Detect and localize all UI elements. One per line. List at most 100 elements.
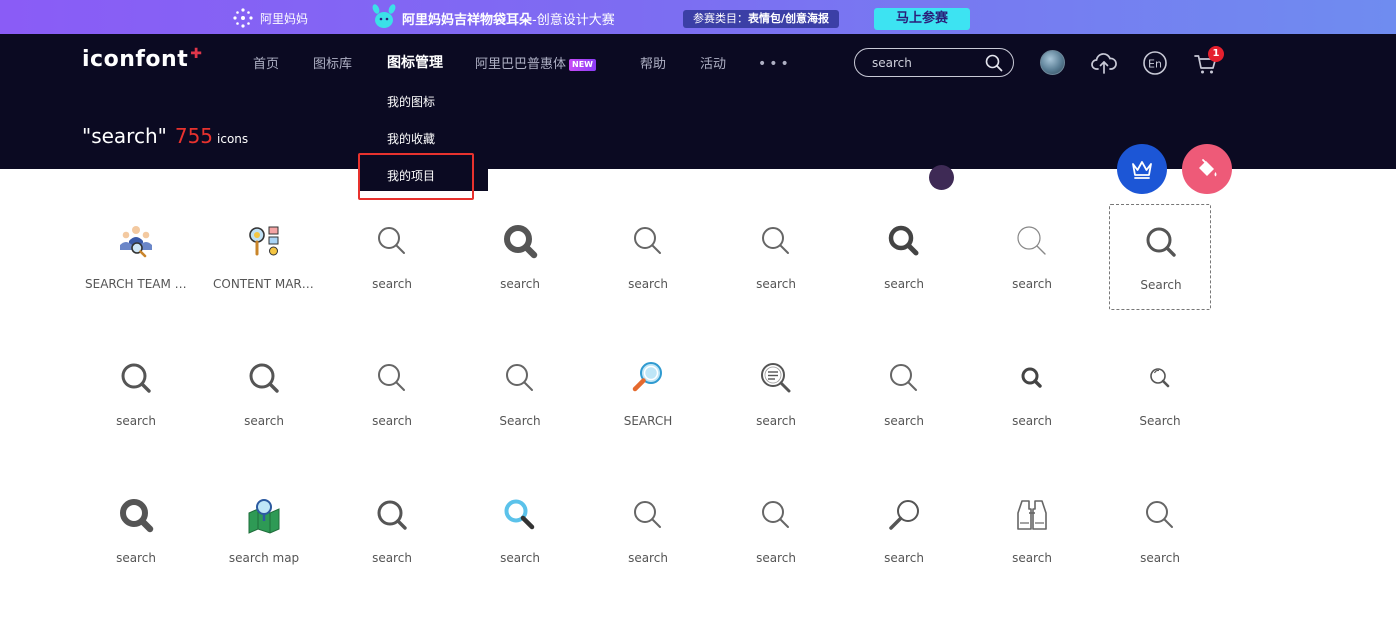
icon-card[interactable]: search — [469, 204, 571, 310]
nav-home[interactable]: 首页 — [253, 53, 279, 72]
search-map-icon — [248, 499, 280, 534]
search-team-icon — [120, 226, 152, 258]
icon-card[interactable]: search — [597, 204, 699, 310]
magnifier-handle-icon — [889, 500, 919, 530]
icon-card[interactable]: Search — [469, 341, 571, 447]
vip-crown-button[interactable] — [1117, 144, 1167, 194]
search-thin-icon — [634, 501, 661, 528]
search-medium-icon — [377, 500, 407, 530]
search-medium-icon — [249, 363, 279, 393]
icon-card[interactable]: search — [981, 204, 1083, 310]
icon-card-label: search — [116, 551, 156, 565]
search-light-icon — [1017, 226, 1046, 255]
decorative-dot — [929, 165, 954, 190]
icon-card[interactable]: search — [213, 341, 315, 447]
icon-card-label: search — [756, 551, 796, 565]
dropdown-my-favorites[interactable]: 我的收藏 — [387, 130, 435, 147]
icon-card[interactable]: SEARCH — [597, 341, 699, 447]
nav-activity[interactable]: 活动 — [700, 53, 726, 72]
icon-card-label: search — [1012, 551, 1052, 565]
binoculars-icon — [1017, 500, 1047, 530]
search-thin-icon — [762, 501, 789, 528]
icon-card[interactable]: search — [597, 478, 699, 584]
results-query: "search" — [82, 124, 167, 148]
site-header: iconfont ✚ 首页 图标库 图标管理 阿里巴巴普惠体 NEW 帮助 活动 •… — [0, 34, 1396, 191]
results-count: 755 — [174, 124, 214, 148]
iconfont-page: 阿里妈妈 阿里妈妈吉祥物袋耳朵-创意设计大赛 参赛类目：表情包/创意海报 马上参… — [0, 0, 1396, 625]
icon-card[interactable]: search — [853, 478, 955, 584]
search-thin-icon — [506, 364, 533, 391]
icon-card[interactable]: search — [981, 478, 1083, 584]
icon-card[interactable]: search — [725, 204, 827, 310]
icon-card[interactable]: search — [85, 341, 187, 447]
join-contest-button[interactable]: 马上参赛 — [874, 8, 970, 30]
icon-card[interactable]: search — [469, 478, 571, 584]
icon-card[interactable]: search — [341, 341, 443, 447]
icon-card-label: search — [628, 277, 668, 291]
icon-card[interactable]: SEARCH TEAM S... — [85, 204, 187, 310]
icon-card[interactable]: search — [853, 204, 955, 310]
alimama-brand[interactable]: 阿里妈妈 — [232, 7, 308, 29]
promo-category: 参赛类目：表情包/创意海报 — [683, 10, 840, 28]
search-thin-icon — [1146, 501, 1173, 528]
nav-icon-management[interactable]: 图标管理 — [387, 52, 443, 72]
nav-alibaba-font[interactable]: 阿里巴巴普惠体 NEW — [475, 53, 596, 72]
search-thin-icon — [378, 364, 405, 391]
icon-card-label: search — [884, 551, 924, 565]
upload-cloud-icon[interactable] — [1090, 49, 1118, 77]
promo-banner[interactable]: 阿里妈妈 阿里妈妈吉祥物袋耳朵-创意设计大赛 参赛类目：表情包/创意海报 马上参… — [0, 0, 1396, 34]
icon-card[interactable]: search map — [213, 478, 315, 584]
icon-card-label: search — [500, 551, 540, 565]
search-results-summary: "search" 755 icons — [82, 124, 248, 148]
icon-card[interactable]: search — [341, 204, 443, 310]
icon-card[interactable]: search — [725, 478, 827, 584]
icon-card-label: search — [372, 277, 412, 291]
icon-card[interactable]: Search — [1109, 341, 1211, 447]
search-small-icon — [1021, 367, 1042, 388]
icon-card-label: search — [372, 551, 412, 565]
icon-card-label: search — [884, 414, 924, 428]
icon-card-label: search — [500, 277, 540, 291]
icon-card[interactable]: search — [853, 341, 955, 447]
search-input[interactable] — [872, 54, 982, 72]
cart-badge: 1 — [1208, 46, 1224, 62]
icon-card[interactable]: search — [341, 478, 443, 584]
language-en-icon[interactable]: En — [1141, 49, 1169, 77]
promo-title[interactable]: 阿里妈妈吉祥物袋耳朵-创意设计大赛 — [402, 9, 615, 28]
icon-card-label: search — [628, 551, 668, 565]
icon-card-label: search — [116, 414, 156, 428]
search-thin-icon — [890, 364, 917, 391]
search-icon[interactable] — [985, 54, 1003, 72]
icon-card[interactable]: search — [85, 478, 187, 584]
icon-card-label: search — [244, 414, 284, 428]
nav-icon-library[interactable]: 图标库 — [313, 53, 352, 72]
promo-category-value: 表情包/创意海报 — [748, 12, 830, 25]
search-document-icon — [761, 363, 791, 393]
content-marketing-icon — [249, 226, 279, 256]
theme-paint-button[interactable] — [1182, 144, 1232, 194]
promo-title-main: 阿里妈妈吉祥物袋耳朵 — [402, 13, 533, 28]
icon-card-label: search — [1140, 551, 1180, 565]
icon-card[interactable]: Search — [1109, 204, 1211, 310]
search-blue-icon — [504, 499, 535, 530]
iconfont-logo[interactable]: iconfont ✚ — [82, 46, 203, 72]
nav-more-button[interactable]: ••• — [758, 56, 792, 72]
icon-card-label: Search — [499, 414, 541, 428]
search-heavy-icon — [504, 225, 538, 259]
nav-help[interactable]: 帮助 — [640, 53, 666, 72]
icon-card[interactable]: CONTENT MARK... — [213, 204, 315, 310]
icon-card[interactable]: search — [1109, 478, 1211, 584]
icon-card[interactable]: search — [981, 341, 1083, 447]
paint-bucket-icon — [1199, 159, 1217, 177]
search-thin-icon — [378, 227, 405, 254]
icon-card[interactable]: search — [725, 341, 827, 447]
dropdown-highlight-frame — [358, 153, 474, 200]
logo-plus-icon: ✚ — [190, 46, 203, 62]
user-avatar[interactable] — [1040, 50, 1065, 75]
nav-alibaba-font-label: 阿里巴巴普惠体 — [475, 57, 567, 72]
icon-card-label: SEARCH — [623, 414, 673, 428]
search-box[interactable] — [854, 48, 1014, 77]
icon-card-label: search — [884, 277, 924, 291]
search-medium-icon — [1146, 227, 1176, 257]
dropdown-my-icons[interactable]: 我的图标 — [387, 93, 435, 110]
